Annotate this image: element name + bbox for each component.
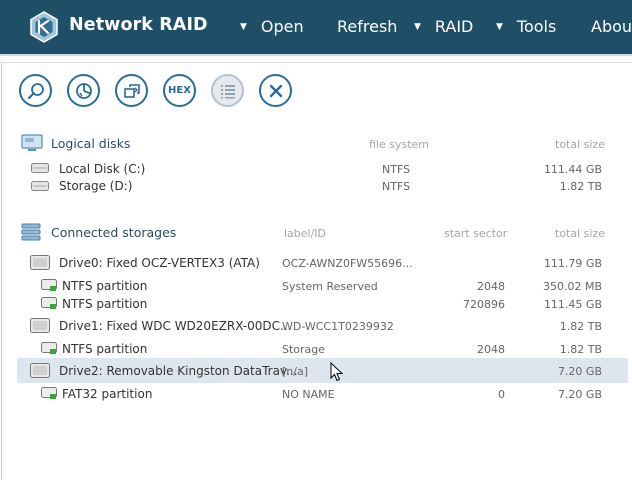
menu-about[interactable]: About	[591, 17, 632, 36]
dropdown-arrow-icon: ▼	[414, 22, 421, 32]
menu-refresh[interactable]: Refresh	[337, 17, 397, 36]
drive-label: OCZ-AWNZ0FW55696...	[282, 257, 413, 270]
app-title: Network RAID	[69, 15, 208, 35]
drive-size: 111.79 GB	[543, 257, 602, 270]
chart-icon	[75, 82, 92, 99]
logical-disk-fs: NTFS	[382, 180, 411, 193]
drive-label: [n/a]	[282, 365, 309, 378]
partition-label: NO NAME	[282, 388, 335, 401]
logical-disk-size: 111.44 GB	[543, 163, 602, 176]
app-logo-icon	[30, 11, 58, 43]
logical-disks-title: Logical disks	[51, 136, 131, 151]
dropdown-arrow-icon: ▼	[496, 22, 503, 32]
drive-size: 7.20 GB	[557, 365, 602, 378]
partition-size: 7.20 GB	[557, 388, 602, 401]
drive-name: Drive0: Fixed OCZ-VERTEX3 (ATA)	[59, 256, 260, 270]
disk-icon	[31, 181, 49, 191]
partition-icon	[41, 387, 57, 399]
close-icon	[269, 84, 282, 97]
partition-size: 350.02 MB	[542, 280, 602, 293]
partition-icon	[41, 297, 57, 309]
partition-icon	[41, 279, 57, 291]
drive-name: Drive1: Fixed WDC WD20EZRX-00DC...	[59, 319, 292, 333]
search-button[interactable]	[19, 74, 52, 107]
menu-raid-label: RAID	[434, 17, 474, 36]
col-start-sector: start sector	[444, 227, 508, 240]
drive-label: WD-WCC1T0239932	[282, 320, 394, 333]
disk-icon	[31, 163, 49, 173]
partition-start: 2048	[477, 343, 505, 356]
dropdown-arrow-icon: ▼	[240, 22, 247, 32]
partition-name: NTFS partition	[62, 342, 148, 356]
col-total-size: total size	[555, 138, 605, 151]
drive-size: 1.82 TB	[559, 320, 602, 333]
title-accent-line	[0, 54, 632, 56]
hard-drive-icon	[30, 318, 50, 333]
partition-size: 111.45 GB	[543, 298, 602, 311]
chart-button[interactable]	[67, 74, 100, 107]
mouse-cursor-icon	[330, 362, 344, 382]
hard-drive-icon	[30, 255, 50, 270]
logical-disk-name: Storage (D:)	[59, 179, 133, 193]
monitor-icon	[21, 134, 43, 151]
logical-disk-name: Local Disk (C:)	[59, 162, 146, 176]
hex-label: HEX	[168, 85, 191, 96]
col-label-id: label/ID	[284, 227, 327, 240]
partition-name: NTFS partition	[62, 297, 148, 311]
partition-start: 0	[498, 388, 505, 401]
partition-start: 720896	[463, 298, 505, 311]
logical-disk-fs: NTFS	[382, 163, 411, 176]
list-view-button[interactable]	[211, 74, 244, 107]
compare-button[interactable]	[115, 74, 148, 107]
close-button[interactable]	[259, 74, 292, 107]
partition-icon	[41, 342, 57, 354]
partition-start: 2048	[477, 280, 505, 293]
content-frame	[1, 62, 632, 480]
hex-button[interactable]: HEX	[163, 74, 196, 107]
list-icon	[220, 84, 235, 98]
logical-disk-size: 1.82 TB	[559, 180, 602, 193]
menu-about-label: About	[591, 17, 632, 36]
col-total-size-storage: total size	[555, 227, 605, 240]
menu-tools-label: Tools	[516, 17, 557, 36]
menu-refresh-label: Refresh	[337, 17, 398, 36]
menu-open-label: Open	[260, 17, 304, 36]
partition-label: Storage	[282, 343, 326, 356]
menu-raid[interactable]: ▼ RAID	[414, 17, 473, 36]
drive-name: Drive2: Removable Kingston DataTrav...	[59, 364, 298, 378]
compare-icon	[123, 83, 140, 98]
col-file-system: file system	[369, 138, 430, 151]
partition-label: System Reserved	[282, 280, 378, 293]
search-icon	[27, 82, 44, 99]
partition-size: 1.82 TB	[559, 343, 602, 356]
menu-tools[interactable]: ▼ Tools	[496, 17, 556, 36]
storage-stack-icon	[21, 223, 41, 241]
partition-name: FAT32 partition	[62, 387, 153, 401]
partition-name: NTFS partition	[62, 279, 148, 293]
connected-storages-title: Connected storages	[51, 225, 177, 240]
hard-drive-icon	[30, 363, 50, 378]
title-bar: Network RAID ▼ Open Refresh ▼ RAID ▼ Tools …	[0, 0, 632, 54]
menu-open[interactable]: ▼ Open	[240, 17, 304, 36]
